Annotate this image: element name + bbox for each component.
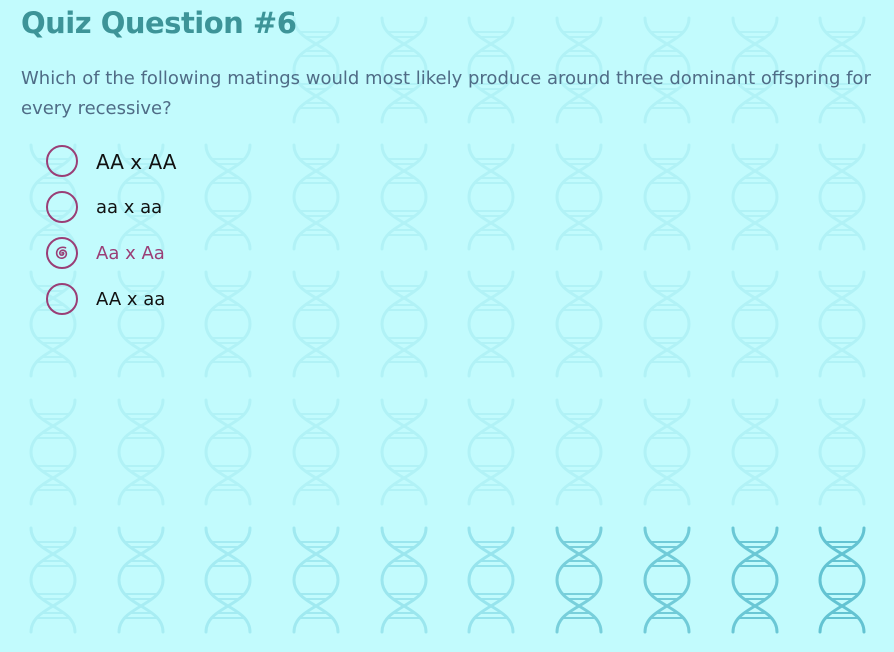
dna-helix-icon (643, 398, 691, 506)
dna-helix-icon (818, 270, 866, 378)
quiz-title: Quiz Question #6 (21, 6, 297, 40)
dna-helix-icon (292, 526, 340, 634)
dna-helix-icon (467, 143, 515, 251)
dna-helix-icon (818, 526, 866, 634)
dna-helix-icon (731, 143, 779, 251)
option-label: AA x aa (96, 289, 166, 310)
selected-swirl-icon (55, 246, 68, 259)
dna-helix-icon (380, 143, 428, 251)
dna-helix-icon (818, 398, 866, 506)
dna-helix-icon (380, 398, 428, 506)
option-aa-x-aa-cross[interactable]: AA x aa (46, 283, 176, 329)
dna-helix-icon (731, 270, 779, 378)
option-label: Aa x Aa (96, 243, 165, 264)
dna-helix-icon (467, 270, 515, 378)
dna-helix-icon (555, 270, 603, 378)
dna-helix-icon (467, 398, 515, 506)
dna-helix-icon (204, 526, 252, 634)
radio-button[interactable] (46, 145, 78, 177)
dna-helix-icon (555, 398, 603, 506)
dna-helix-icon (467, 526, 515, 634)
option-aa-x-aa-heterozygous[interactable]: Aa x Aa (46, 237, 176, 283)
dna-helix-icon (117, 526, 165, 634)
radio-button[interactable] (46, 191, 78, 223)
radio-button[interactable] (46, 283, 78, 315)
dna-helix-icon (380, 526, 428, 634)
option-aa-x-aa-homozygous-recessive[interactable]: aa x aa (46, 191, 176, 237)
answer-options: AA x AA aa x aa Aa x Aa AA x aa (46, 145, 176, 329)
dna-helix-icon (818, 143, 866, 251)
dna-helix-icon (643, 143, 691, 251)
dna-helix-icon (292, 270, 340, 378)
option-label: aa x aa (96, 197, 163, 218)
dna-helix-icon (643, 270, 691, 378)
option-aa-x-aa-homozygous-dominant[interactable]: AA x AA (46, 145, 176, 191)
dna-helix-icon (29, 398, 77, 506)
dna-helix-icon (555, 143, 603, 251)
dna-helix-icon (555, 526, 603, 634)
option-label: AA x AA (96, 150, 177, 174)
dna-helix-icon (643, 526, 691, 634)
question-text: Which of the following matings would mos… (21, 68, 871, 119)
dna-helix-icon (292, 143, 340, 251)
dna-helix-icon (204, 398, 252, 506)
radio-button-selected[interactable] (46, 237, 78, 269)
dna-helix-icon (117, 398, 165, 506)
dna-helix-icon (204, 270, 252, 378)
dna-helix-icon (29, 526, 77, 634)
dna-helix-icon (292, 398, 340, 506)
dna-helix-icon (380, 270, 428, 378)
dna-helix-icon (731, 526, 779, 634)
dna-helix-icon (731, 398, 779, 506)
dna-helix-icon (204, 143, 252, 251)
